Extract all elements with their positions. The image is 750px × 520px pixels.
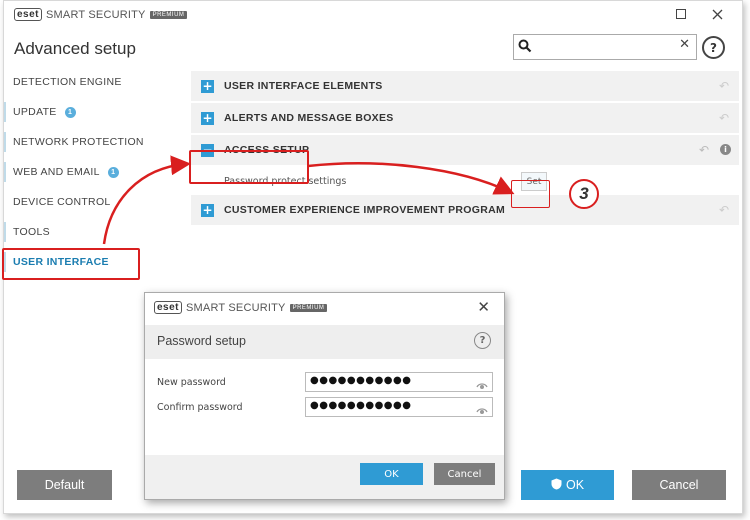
- sidebar-marker: [4, 162, 6, 182]
- section-access-setup[interactable]: − ACCESS SETUP ↶ i: [191, 135, 739, 167]
- eye-icon[interactable]: [476, 401, 488, 420]
- expand-icon[interactable]: +: [201, 79, 214, 93]
- sidebar-marker: [4, 252, 6, 272]
- eye-icon[interactable]: [476, 376, 488, 395]
- expand-icon[interactable]: +: [201, 203, 214, 217]
- revert-icon[interactable]: ↶: [719, 111, 729, 125]
- sidebar-item-detection-engine[interactable]: DETECTION ENGINE: [4, 67, 189, 97]
- sidebar-item-label: WEB AND EMAIL: [13, 166, 100, 178]
- revert-icon[interactable]: ↶: [699, 143, 709, 157]
- confirm-password-label: Confirm password: [157, 402, 243, 413]
- close-icon[interactable]: [708, 5, 726, 23]
- help-icon[interactable]: ?: [474, 332, 491, 349]
- sidebar-item-label: TOOLS: [13, 226, 50, 238]
- revert-icon[interactable]: ↶: [719, 79, 729, 93]
- search-input[interactable]: [536, 37, 675, 57]
- sidebar-item-update[interactable]: UPDATE 1: [4, 97, 189, 127]
- revert-icon[interactable]: ↶: [719, 203, 729, 217]
- title-bar: eset SMART SECURITY PREMIUM: [14, 8, 188, 21]
- sidebar-item-label: UPDATE: [13, 106, 57, 118]
- section-label: CUSTOMER EXPERIENCE IMPROVEMENT PROGRAM: [224, 204, 506, 216]
- dialog-title: Password setup: [157, 334, 246, 348]
- sidebar-item-user-interface[interactable]: USER INTERFACE: [4, 247, 189, 277]
- sidebar-marker: [4, 132, 6, 152]
- help-icon[interactable]: ?: [702, 36, 725, 59]
- section-user-interface-elements[interactable]: + USER INTERFACE ELEMENTS ↶: [191, 71, 739, 103]
- sidebar-item-web-and-email[interactable]: WEB AND EMAIL 1: [4, 157, 189, 187]
- sidebar-item-device-control[interactable]: DEVICE CONTROL: [4, 187, 189, 217]
- search-box[interactable]: ✕: [513, 34, 697, 60]
- section-alerts-and-message-boxes[interactable]: + ALERTS AND MESSAGE BOXES ↶: [191, 103, 739, 135]
- collapse-icon[interactable]: −: [201, 143, 214, 157]
- password-setup-dialog: eset SMART SECURITY PREMIUM ✕ Password s…: [144, 292, 505, 500]
- sidebar: DETECTION ENGINE UPDATE 1 NETWORK PROTEC…: [4, 67, 189, 277]
- sidebar-item-label: DEVICE CONTROL: [13, 196, 111, 208]
- sidebar-item-label: DETECTION ENGINE: [13, 76, 122, 88]
- maximize-icon[interactable]: [672, 5, 690, 23]
- notification-badge: 1: [107, 166, 119, 178]
- sidebar-marker: [4, 102, 6, 122]
- new-password-value: ●●●●●●●●●●●: [310, 375, 412, 386]
- edition-badge: PREMIUM: [289, 303, 328, 312]
- sidebar-item-network-protection[interactable]: NETWORK PROTECTION: [4, 127, 189, 157]
- notification-badge: 1: [64, 106, 76, 118]
- new-password-label: New password: [157, 377, 226, 388]
- product-name: SMART SECURITY: [186, 301, 286, 314]
- info-icon[interactable]: i: [720, 144, 731, 155]
- sidebar-item-label: USER INTERFACE: [13, 256, 109, 268]
- sidebar-item-tools[interactable]: TOOLS: [4, 217, 189, 247]
- dialog-title-bar: eset SMART SECURITY PREMIUM: [154, 301, 328, 314]
- settings-sections: + USER INTERFACE ELEMENTS ↶ + ALERTS AND…: [191, 71, 739, 227]
- cancel-button[interactable]: Cancel: [632, 470, 726, 500]
- product-name: SMART SECURITY: [46, 8, 146, 21]
- password-protect-label: Password protect settings: [224, 175, 347, 187]
- dialog-cancel-button[interactable]: Cancel: [434, 463, 495, 485]
- edition-badge: PREMIUM: [149, 10, 188, 19]
- section-label: ACCESS SETUP: [224, 144, 310, 156]
- step-3-marker: 3: [569, 179, 599, 209]
- window-controls: [672, 5, 726, 23]
- sidebar-marker: [4, 222, 6, 242]
- dialog-footer: OK Cancel: [145, 455, 504, 499]
- dialog-header: Password setup ?: [145, 325, 504, 359]
- page-title: Advanced setup: [14, 39, 136, 58]
- sidebar-item-label: NETWORK PROTECTION: [13, 136, 144, 148]
- password-protect-row: Password protect settings Set: [191, 167, 739, 195]
- ok-button[interactable]: OK: [521, 470, 614, 500]
- clear-icon[interactable]: ✕: [679, 37, 690, 52]
- new-password-field[interactable]: ●●●●●●●●●●●: [305, 372, 493, 392]
- section-label: ALERTS AND MESSAGE BOXES: [224, 112, 394, 124]
- expand-icon[interactable]: +: [201, 111, 214, 125]
- confirm-password-value: ●●●●●●●●●●●: [310, 400, 412, 411]
- section-label: USER INTERFACE ELEMENTS: [224, 80, 383, 92]
- dialog-ok-button[interactable]: OK: [360, 463, 423, 485]
- default-button[interactable]: Default: [17, 470, 112, 500]
- set-password-button[interactable]: Set: [521, 172, 547, 191]
- close-icon[interactable]: ✕: [477, 298, 490, 316]
- eset-logo: eset: [14, 8, 43, 21]
- shield-icon: [551, 478, 562, 493]
- ok-button-label: OK: [565, 478, 585, 492]
- confirm-password-field[interactable]: ●●●●●●●●●●●: [305, 397, 493, 417]
- search-icon: [518, 38, 532, 57]
- eset-logo: eset: [154, 301, 183, 314]
- section-customer-experience[interactable]: + CUSTOMER EXPERIENCE IMPROVEMENT PROGRA…: [191, 195, 739, 227]
